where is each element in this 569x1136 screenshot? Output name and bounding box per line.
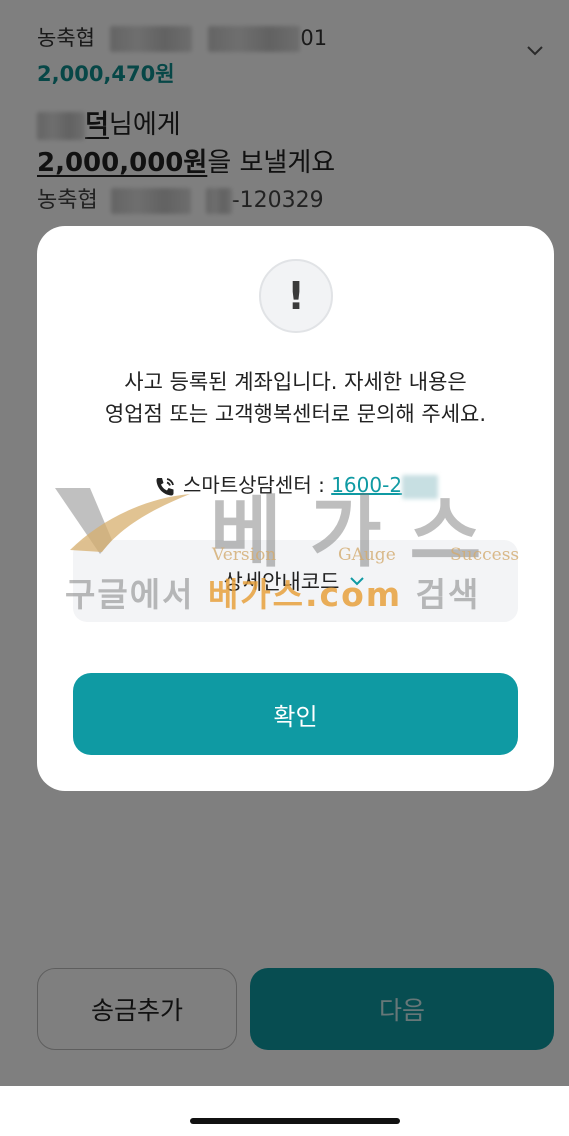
phone-number-link[interactable]: 1600-2 <box>331 473 402 497</box>
phone-icon <box>156 477 174 495</box>
confirm-button[interactable]: 확인 <box>73 673 518 755</box>
masked-phone <box>402 474 439 499</box>
alert-dialog: ! 사고 등록된 계좌입니다. 자세한 내용은 영업점 또는 고객행복센터로 문… <box>37 226 554 791</box>
home-indicator[interactable] <box>190 1118 400 1124</box>
alert-icon: ! <box>259 259 333 333</box>
chevron-down-icon <box>350 577 365 586</box>
phone-contact: 스마트상담센터 : 1600-2 <box>37 469 554 499</box>
detail-code-toggle[interactable]: 상세안내코드 <box>73 540 518 622</box>
alert-message: 사고 등록된 계좌입니다. 자세한 내용은 영업점 또는 고객행복센터로 문의해… <box>104 370 487 426</box>
